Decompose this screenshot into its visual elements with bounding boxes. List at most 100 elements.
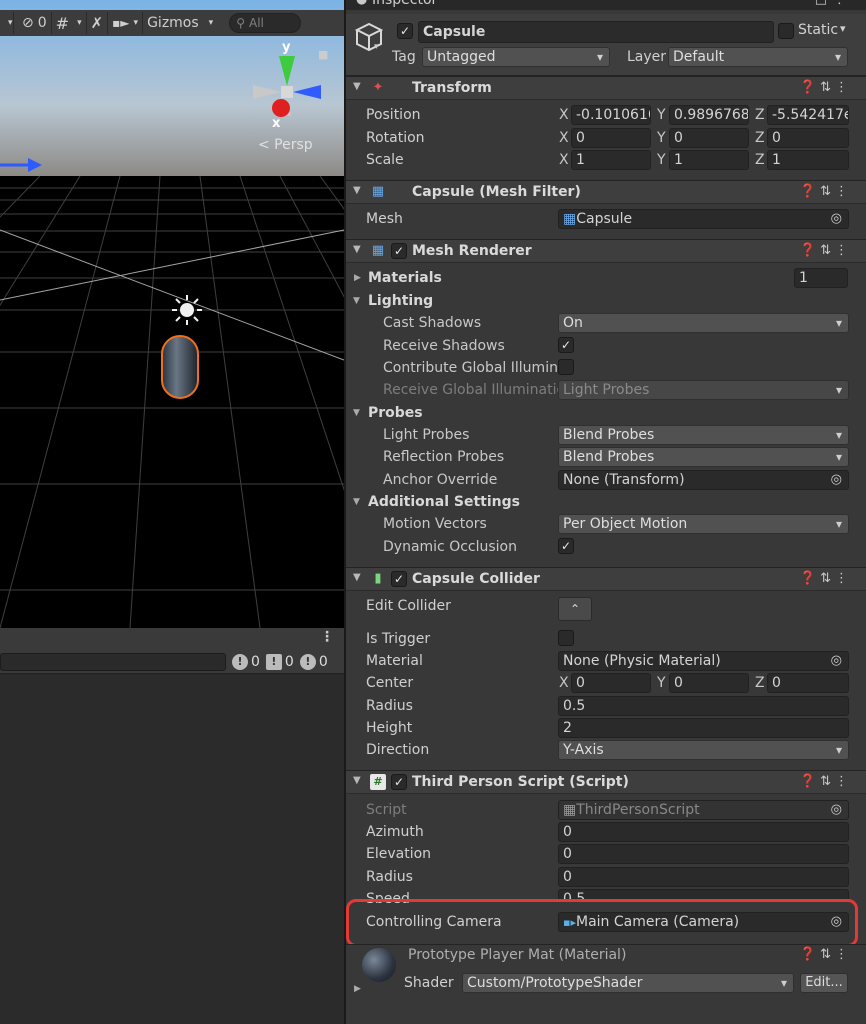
dynamic-occlusion-checkbox[interactable]: ✓ — [558, 538, 574, 554]
position-x-field[interactable]: -0.1010616 — [571, 105, 651, 125]
mesh-filter-header[interactable]: ▼ ▦ Capsule (Mesh Filter) ❓⇅⋮ — [346, 180, 866, 204]
lighting-label[interactable]: Lighting — [368, 293, 433, 309]
rotation-label: Rotation — [366, 130, 425, 146]
console-message-toggle[interactable]: ! 0 — [299, 653, 328, 670]
gameobject-name-field[interactable]: Capsule — [418, 21, 774, 43]
component-actions[interactable]: ❓⇅⋮ — [800, 80, 852, 95]
material-actions[interactable]: ❓⇅⋮ — [800, 947, 852, 962]
edit-collider-button[interactable]: ⌃ — [558, 597, 592, 621]
cast-shadows-dropdown[interactable]: On — [558, 313, 849, 333]
direction-dropdown[interactable]: Y-Axis — [558, 740, 849, 760]
receive-shadows-checkbox[interactable]: ✓ — [558, 337, 574, 353]
script-header[interactable]: ▼ # ✓ Third Person Script (Script) ❓⇅⋮ — [346, 770, 866, 794]
component-actions[interactable]: ❓⇅⋮ — [800, 571, 852, 586]
motion-vectors-dropdown[interactable]: Per Object Motion — [558, 514, 849, 534]
csharp-script-icon: # — [370, 774, 386, 790]
materials-count-field[interactable]: 1 — [794, 268, 848, 288]
mesh-renderer-header[interactable]: ▼ ▦ ✓ Mesh Renderer ❓⇅⋮ — [346, 239, 866, 263]
physic-material-field[interactable]: None (Physic Material) — [558, 651, 849, 671]
capsule-collider-header[interactable]: ▼ ▮ ✓ Capsule Collider ❓⇅⋮ — [346, 567, 866, 591]
console-search-input[interactable] — [0, 652, 226, 671]
height-field[interactable]: 2 — [558, 718, 849, 738]
is-trigger-checkbox[interactable] — [558, 630, 574, 646]
material-foldout-icon[interactable]: ▶ — [354, 984, 361, 994]
transform-icon: ✦ — [372, 80, 384, 95]
persp-label[interactable]: < Persp — [258, 137, 313, 153]
gameobject-cube-icon[interactable] — [352, 20, 386, 54]
grid-icon: # — [55, 13, 70, 33]
mesh-filter-foldout-icon[interactable]: ▼ — [353, 185, 361, 196]
lock-icon[interactable]: ■ — [318, 48, 328, 61]
scene-search-input[interactable]: ⚲ All — [229, 13, 302, 33]
materials-foldout-icon[interactable]: ▶ — [354, 273, 361, 283]
camera-button[interactable]: ▪► ▾ — [108, 12, 144, 34]
static-checkbox[interactable] — [778, 23, 794, 39]
gizmos-dropdown[interactable]: Gizmos ▾ — [143, 12, 217, 34]
scale-x-field[interactable]: 1 — [571, 150, 651, 170]
capsule-collider-foldout-icon[interactable]: ▼ — [353, 572, 361, 583]
probes-label[interactable]: Probes — [368, 405, 423, 421]
script-enabled-checkbox[interactable]: ✓ — [391, 774, 407, 790]
transform-header[interactable]: ▼ ✦ Transform ❓⇅⋮ — [346, 76, 866, 100]
position-label: Position — [366, 107, 421, 123]
cast-shadows-label: Cast Shadows — [383, 315, 482, 331]
layer-dropdown[interactable]: Default — [668, 47, 848, 67]
light-probes-label: Light Probes — [383, 427, 470, 443]
grid-toggle[interactable]: # ▾ — [52, 12, 87, 34]
collider-radius-label: Radius — [366, 698, 413, 714]
scale-y-field[interactable]: 1 — [669, 150, 749, 170]
component-actions[interactable]: ❓⇅⋮ — [800, 243, 852, 258]
tag-dropdown[interactable]: Untagged — [422, 47, 610, 67]
rotation-x-field[interactable]: 0 — [571, 128, 651, 148]
visibility-toggle[interactable]: ⊘ 0 — [14, 12, 52, 34]
probes-foldout-icon[interactable]: ▼ — [353, 408, 360, 418]
scale-z-field[interactable]: 1 — [767, 150, 849, 170]
rotation-y-field[interactable]: 0 — [669, 128, 749, 148]
anchor-override-field[interactable]: None (Transform) — [558, 470, 849, 490]
shading-dropdown-arrow[interactable]: ▾ — [0, 12, 14, 34]
tools-button[interactable]: ✗ — [87, 12, 109, 34]
contribute-gi-checkbox[interactable] — [558, 359, 574, 375]
scene-view[interactable]: y x < Persp ■ ▾ ⊘ 0 # ▾ ✗ ▪► ▾ Gizmos ▾ ⚲ A… — [0, 0, 344, 628]
position-y-field[interactable]: 0.9896768 — [669, 105, 749, 125]
transform-foldout-icon[interactable]: ▼ — [353, 81, 361, 92]
capsule-collider-enabled-checkbox[interactable]: ✓ — [391, 571, 407, 587]
script-foldout-icon[interactable]: ▼ — [353, 775, 361, 786]
component-actions[interactable]: ❓⇅⋮ — [800, 774, 852, 789]
shader-edit-button[interactable]: Edit... — [800, 973, 848, 993]
static-dropdown-arrow[interactable]: ▾ — [840, 22, 846, 35]
rotation-z-field[interactable]: 0 — [767, 128, 849, 148]
light-probes-dropdown[interactable]: Blend Probes — [558, 425, 849, 445]
gizmo-y-label: y — [282, 40, 291, 55]
reflection-probes-label: Reflection Probes — [383, 449, 505, 465]
mesh-renderer-enabled-checkbox[interactable]: ✓ — [391, 243, 407, 259]
console-error-toggle[interactable]: ! 0 — [232, 653, 260, 670]
additional-settings-label[interactable]: Additional Settings — [368, 494, 520, 510]
gameobject-active-checkbox[interactable]: ✓ — [397, 23, 413, 39]
elevation-field[interactable]: 0 — [558, 844, 849, 864]
materials-label[interactable]: Materials — [368, 270, 442, 286]
center-y-field[interactable]: 0 — [669, 673, 749, 693]
inspector-tab-actions[interactable]: □⋮ — [815, 0, 852, 7]
collider-radius-field[interactable]: 0.5 — [558, 696, 849, 716]
script-radius-field[interactable]: 0 — [558, 867, 849, 887]
center-z-field[interactable]: 0 — [767, 673, 849, 693]
reflection-probes-dropdown[interactable]: Blend Probes — [558, 447, 849, 467]
console-menu-icon[interactable]: ⋮ — [320, 629, 334, 645]
additional-settings-foldout-icon[interactable]: ▼ — [353, 497, 360, 507]
icon-dropdown-arrow[interactable]: ▾ — [374, 42, 379, 52]
mesh-renderer-foldout-icon[interactable]: ▼ — [353, 244, 361, 255]
shader-dropdown[interactable]: Custom/PrototypeShader — [462, 973, 794, 993]
position-x-axis: X — [559, 107, 569, 123]
scene-canvas[interactable] — [0, 0, 344, 628]
component-actions[interactable]: ❓⇅⋮ — [800, 184, 852, 199]
inspector-tab[interactable]: ● Inspector □⋮ — [346, 0, 866, 10]
position-z-field[interactable]: -5.542417e — [767, 105, 849, 125]
console-warning-toggle[interactable]: ! 0 — [265, 653, 294, 670]
warning-count: 0 — [284, 653, 294, 670]
console-log-area[interactable] — [0, 675, 344, 1024]
azimuth-field[interactable]: 0 — [558, 822, 849, 842]
lighting-foldout-icon[interactable]: ▼ — [353, 296, 360, 306]
mesh-field[interactable]: ▦Capsule — [558, 209, 849, 229]
center-x-field[interactable]: 0 — [571, 673, 651, 693]
